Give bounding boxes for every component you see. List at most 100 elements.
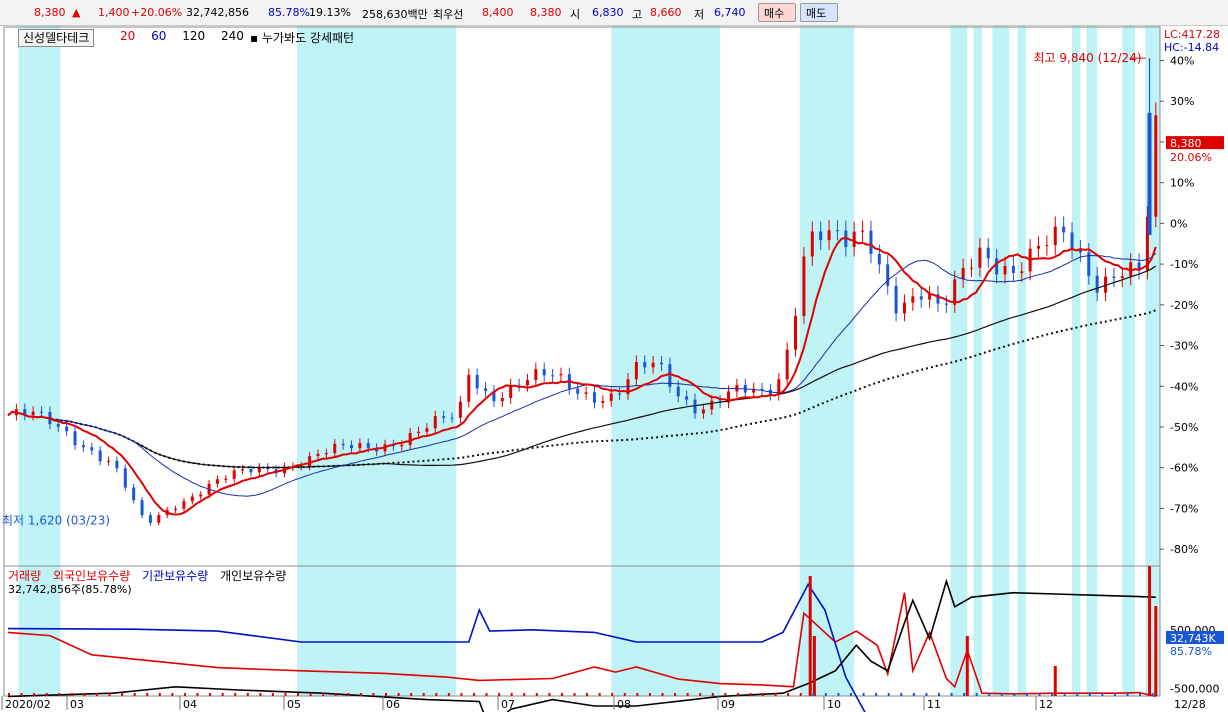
- volume-bar: [573, 693, 576, 696]
- candle-body: [995, 258, 999, 275]
- volume-bar: [1053, 666, 1057, 696]
- candle-body: [358, 443, 362, 449]
- buy-button[interactable]: 매수: [758, 3, 796, 22]
- candle-body: [1053, 226, 1057, 246]
- candle-body: [31, 411, 35, 416]
- candle-body: [458, 401, 462, 418]
- volume-bar: [523, 693, 526, 696]
- volume-bar: [824, 693, 827, 696]
- volume-bar: [58, 693, 61, 696]
- volume-bar: [45, 693, 48, 696]
- candle-body: [551, 375, 555, 377]
- volume-bar: [548, 693, 551, 696]
- candle-body: [408, 433, 412, 445]
- candle-body: [592, 392, 596, 403]
- volume-bar: [699, 693, 702, 696]
- candle-body: [199, 494, 203, 497]
- candle-body: [576, 388, 580, 394]
- volume-bar: [183, 693, 186, 696]
- volume-bar: [1000, 693, 1003, 696]
- candle-body: [986, 247, 990, 259]
- candle-body: [500, 398, 504, 402]
- highlight-band: [992, 26, 1010, 696]
- candle-body: [1070, 232, 1074, 250]
- candle-body: [525, 380, 529, 386]
- highlight-band: [950, 26, 968, 696]
- sell-button[interactable]: 매도: [800, 3, 838, 22]
- y-tick-label: 10%: [1170, 177, 1194, 190]
- candle-body: [442, 416, 446, 418]
- ma20-label: 20: [120, 29, 136, 43]
- volume-bar: [372, 693, 375, 696]
- candle-body: [609, 393, 613, 401]
- volume-bar: [259, 693, 262, 696]
- volume-bar: [485, 693, 488, 696]
- volume-bar: [472, 693, 475, 696]
- quote-bar: 8,380 ▲ 1,400 +20.06% 32,742,856 85.78% …: [0, 0, 1228, 26]
- x-end-label: 12/28: [1174, 698, 1206, 711]
- candle-body: [902, 302, 906, 314]
- volume-bar: [950, 693, 953, 696]
- volume-bar: [900, 693, 903, 696]
- candle-body: [819, 231, 823, 241]
- volume-bar: [1101, 693, 1104, 696]
- volume-bar: [1126, 693, 1129, 696]
- volume-bar: [171, 693, 174, 696]
- candle-body: [400, 444, 404, 447]
- volume-bar: [1148, 566, 1152, 696]
- candle-body: [835, 230, 839, 232]
- volume-bar: [108, 693, 111, 696]
- candle-body: [350, 445, 354, 449]
- volume-bar: [334, 693, 337, 696]
- candle-body: [919, 296, 923, 300]
- candle-body: [484, 388, 488, 392]
- volume-bar: [209, 693, 212, 696]
- low-annotation: 최저 1,620 (03/23): [2, 513, 110, 527]
- candle-body: [1095, 275, 1099, 293]
- ma120-label: 120: [182, 29, 206, 43]
- x-tick-label: 08: [617, 698, 631, 711]
- candle-body: [341, 443, 345, 446]
- volume-bar: [1013, 693, 1016, 696]
- candle-body: [1020, 271, 1024, 273]
- volume-bar: [674, 693, 677, 696]
- candle-body: [969, 267, 973, 269]
- candle-body: [861, 230, 865, 232]
- candle-body: [140, 500, 144, 516]
- volume-bar: [271, 693, 274, 696]
- candle-body: [1037, 246, 1041, 249]
- y-tick-label: 40%: [1170, 55, 1194, 68]
- volume-bar: [1088, 693, 1091, 696]
- amount: 258,630백만: [362, 8, 428, 21]
- open-label: 시: [570, 8, 581, 21]
- y-tick-label: -50%: [1170, 421, 1198, 434]
- volume-bar: [322, 693, 325, 696]
- open-price: 6,830: [592, 6, 624, 19]
- candle-body: [433, 416, 437, 429]
- volume-bar: [246, 693, 249, 696]
- candle-body: [232, 470, 236, 479]
- candle-body: [961, 267, 965, 280]
- price-chart[interactable]: 40%30%20%10%0%-10%-20%-30%-40%-50%-60%-7…: [0, 26, 1228, 712]
- volume-bar: [309, 693, 312, 696]
- volume-bar: [121, 693, 124, 696]
- x-tick-label: 06: [386, 698, 400, 711]
- stock-name[interactable]: 신성델타테크: [18, 29, 95, 47]
- low-label: 저: [694, 8, 705, 21]
- candle-body: [157, 515, 161, 523]
- x-tick-label: 09: [721, 698, 735, 711]
- candle-body: [1062, 226, 1066, 233]
- volume-bar: [385, 693, 388, 696]
- candles: [14, 58, 1158, 526]
- best-label: 최우선: [433, 8, 464, 21]
- candle-body: [618, 393, 622, 395]
- y-tick-label: 30%: [1170, 95, 1194, 108]
- candle-body: [215, 479, 219, 484]
- candle-body: [659, 362, 663, 365]
- pattern-label: 누가봐도 강세패턴: [261, 31, 355, 45]
- volume-bar: [33, 693, 36, 696]
- candle-body: [542, 369, 546, 376]
- sub-series-line: [7, 592, 1156, 698]
- candle-body: [107, 460, 111, 462]
- ma60-label: 60: [151, 29, 167, 43]
